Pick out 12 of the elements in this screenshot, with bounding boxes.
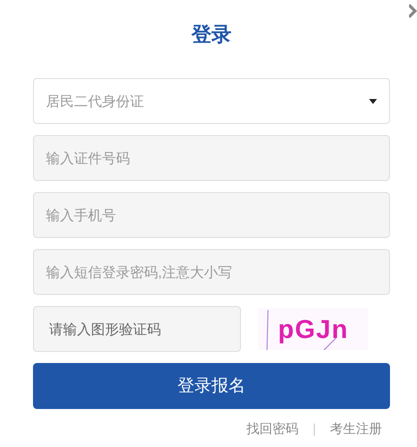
login-button[interactable]: 登录报名 xyxy=(33,363,390,409)
link-separator: | xyxy=(312,420,316,438)
dialog-title: 登录 xyxy=(190,23,232,48)
captcha-image[interactable]: pGJn xyxy=(258,308,368,350)
input-field[interactable]: 输入短信登录密码,注意大小写 xyxy=(33,249,390,295)
input-field[interactable]: 输入证件号码 xyxy=(33,135,390,181)
captcha-field[interactable]: 请输入图形验证码 xyxy=(33,306,241,352)
input-field[interactable]: 输入手机号 xyxy=(33,192,390,238)
recover-password-link[interactable]: 找回密码 xyxy=(246,419,299,438)
id-type-select[interactable]: 居民二代身份证 xyxy=(33,78,390,124)
register-link[interactable]: 考生注册 xyxy=(330,419,382,438)
caret-icon xyxy=(369,98,377,104)
